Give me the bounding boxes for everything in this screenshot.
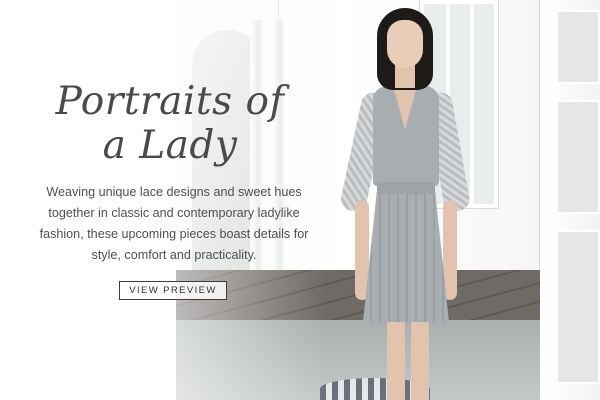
door-pane [556, 100, 600, 214]
model-in-grey-lace-dress [335, 0, 475, 400]
pleated-skirt [363, 192, 449, 322]
leg [387, 318, 405, 400]
promo-banner: Portraits of a Lady Weaving unique lace … [0, 0, 600, 400]
door-pane [556, 10, 600, 84]
banner-description: Weaving unique lace designs and sweet hu… [39, 185, 309, 262]
banner-title-line-1: Portraits of [55, 79, 285, 124]
view-preview-button[interactable]: VIEW PREVIEW [119, 281, 227, 300]
banner-title: Portraits of a Lady [20, 80, 320, 168]
v-neckline [393, 86, 417, 130]
face [387, 20, 423, 68]
leg [411, 318, 429, 400]
arm [355, 200, 369, 300]
waist-band [377, 182, 435, 194]
door-pane [556, 230, 600, 384]
banner-title-line-2: a Lady [102, 123, 238, 168]
arm [443, 200, 457, 300]
